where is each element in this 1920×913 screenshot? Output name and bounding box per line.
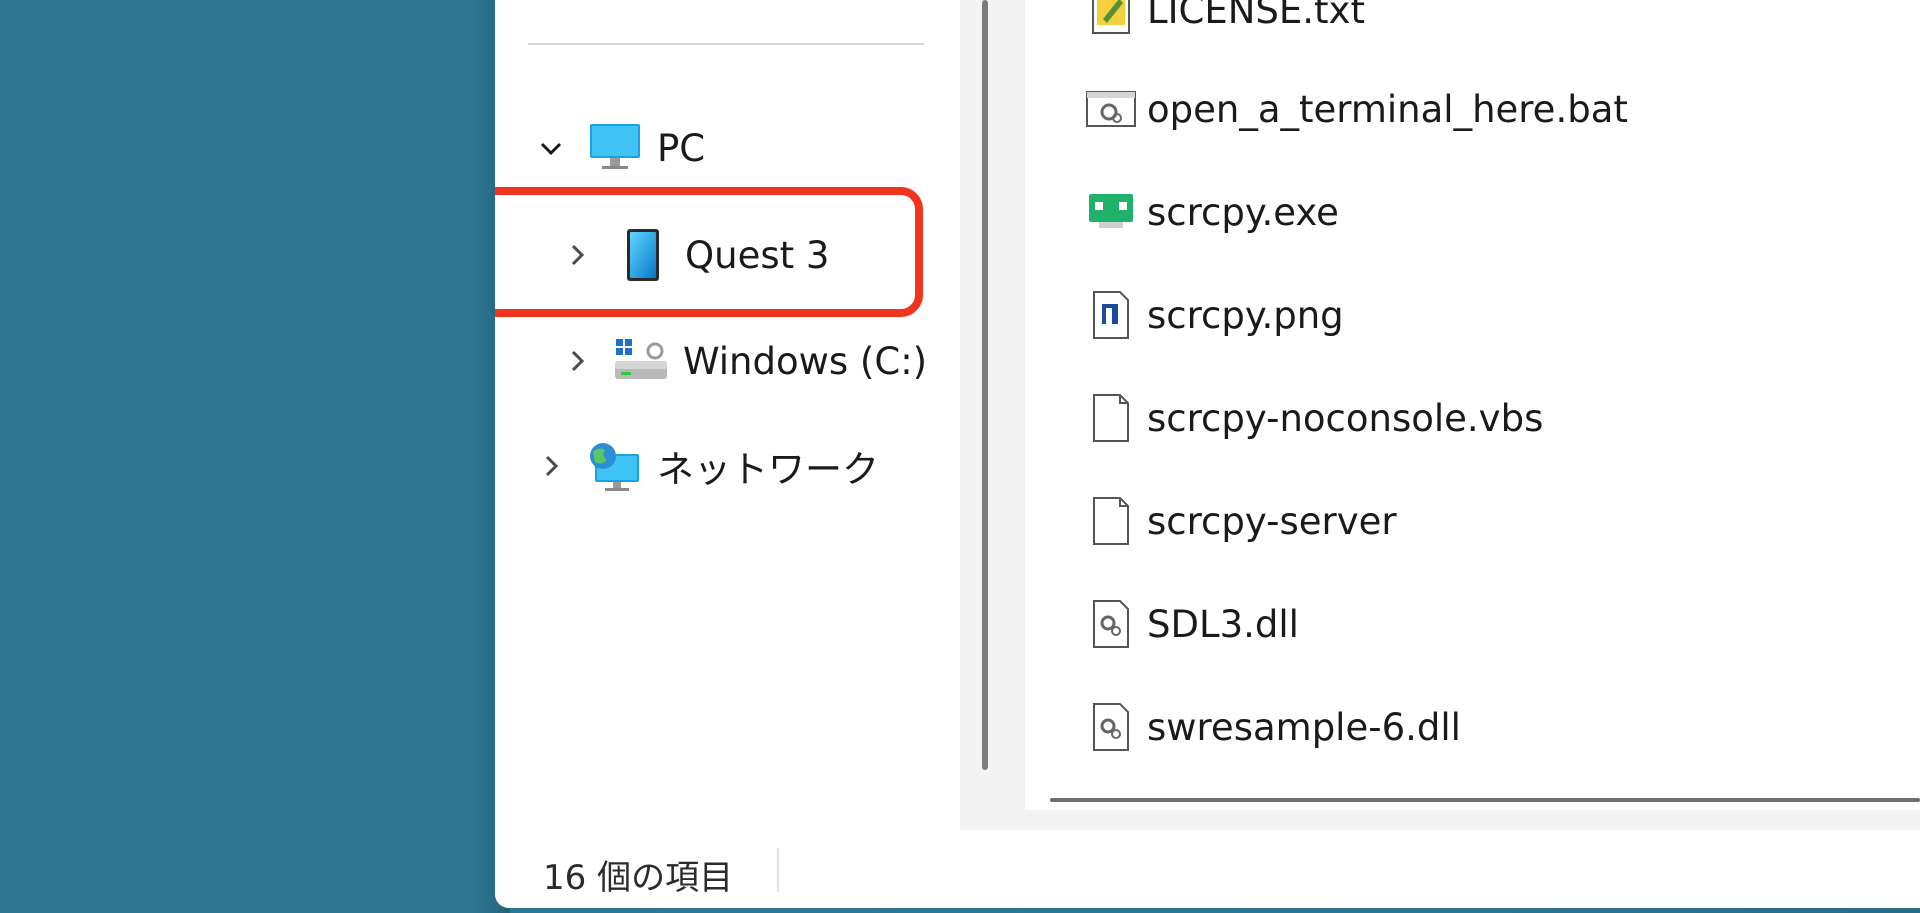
status-item-count: 16 個の項目	[543, 858, 734, 898]
file-name: LICENSE.txt	[1147, 0, 1365, 32]
file-name: scrcpy.png	[1147, 293, 1344, 337]
file-name: scrcpy-noconsole.vbs	[1147, 396, 1544, 440]
nav-item-network[interactable]: ネットワーク	[533, 431, 879, 501]
nav-divider	[528, 43, 924, 45]
network-globe-icon	[587, 438, 643, 494]
file-list-pane: LICENSE.txt open_a_terminal_here.bat scr…	[1025, 0, 1920, 810]
list-item[interactable]: scrcpy.exe	[1085, 172, 1339, 252]
system-drive-icon	[613, 333, 669, 389]
nav-item-pc[interactable]: PC	[533, 113, 705, 183]
list-item[interactable]: LICENSE.txt	[1085, 0, 1365, 50]
status-bar: 16 個の項目	[495, 830, 1920, 908]
chevron-right-icon[interactable]	[559, 343, 595, 379]
nav-label-network: ネットワーク	[657, 448, 879, 491]
blank-file-icon	[1085, 491, 1137, 551]
content-horizontal-scrollbar[interactable]	[1050, 798, 1920, 802]
nav-label-pc: PC	[657, 126, 706, 170]
list-item[interactable]: open_a_terminal_here.bat	[1085, 69, 1628, 149]
nav-item-windows-drive[interactable]: Windows (C:)	[559, 326, 927, 396]
batch-file-icon	[1085, 79, 1137, 139]
list-item[interactable]: scrcpy-server	[1085, 481, 1397, 561]
image-file-icon	[1085, 285, 1137, 345]
file-name: scrcpy-server	[1147, 499, 1397, 543]
blank-file-icon	[1085, 388, 1137, 448]
nav-label-windows-drive: Windows (C:)	[683, 339, 928, 383]
list-item[interactable]: scrcpy-noconsole.vbs	[1085, 378, 1543, 458]
navigation-pane: PC Quest 3 Windows (C:) ネットワーク	[495, 0, 960, 830]
list-item[interactable]: SDL3.dll	[1085, 584, 1299, 664]
list-item[interactable]: scrcpy.png	[1085, 275, 1344, 355]
highlight-annotation	[495, 187, 923, 317]
file-name: swresample-6.dll	[1147, 705, 1461, 749]
list-item[interactable]: swresample-6.dll	[1085, 687, 1461, 767]
dll-file-icon	[1085, 594, 1137, 654]
nav-scrollbar[interactable]	[982, 0, 988, 770]
file-name: open_a_terminal_here.bat	[1147, 87, 1628, 131]
text-file-icon	[1085, 0, 1137, 40]
file-name: scrcpy.exe	[1147, 190, 1339, 234]
exe-app-icon	[1085, 182, 1137, 242]
status-separator	[777, 848, 779, 892]
file-explorer-window: PC Quest 3 Windows (C:) ネットワーク LICENSE.t…	[495, 0, 1920, 908]
monitor-icon	[587, 120, 643, 176]
chevron-down-icon[interactable]	[533, 130, 569, 166]
chevron-right-icon[interactable]	[533, 448, 569, 484]
file-name: SDL3.dll	[1147, 602, 1299, 646]
dll-file-icon	[1085, 697, 1137, 757]
